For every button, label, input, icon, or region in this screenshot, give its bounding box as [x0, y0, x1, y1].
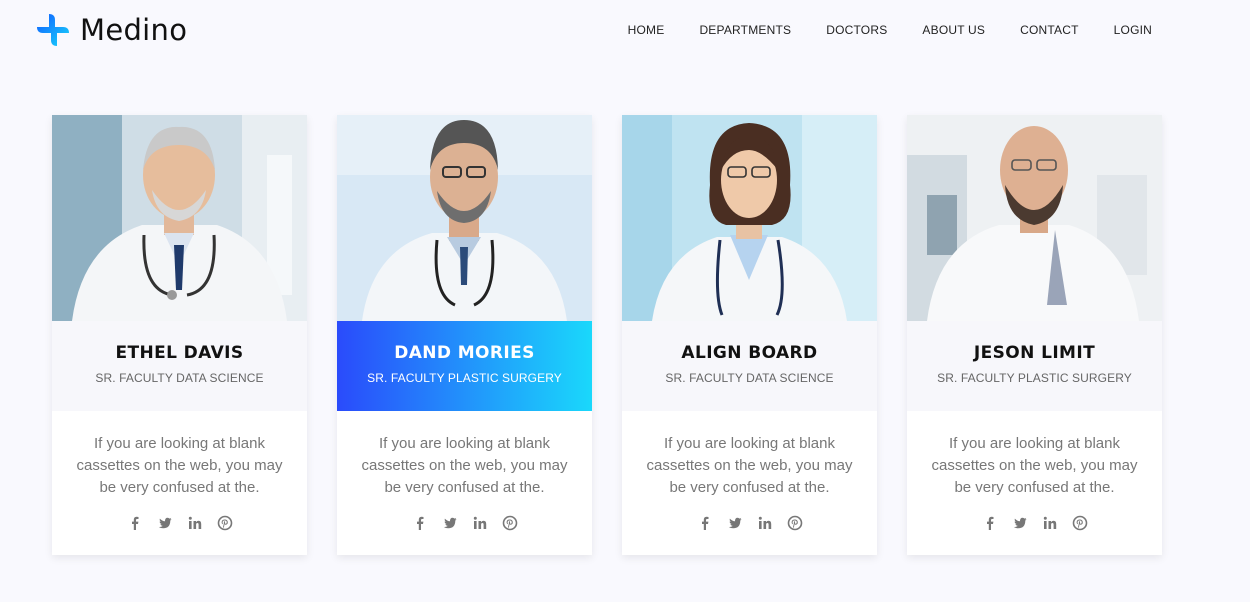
pinterest-icon[interactable]: [217, 515, 233, 531]
doctor-role: SR. FACULTY PLASTIC SURGERY: [367, 371, 562, 385]
doctor-description: If you are looking at blank cassettes on…: [361, 435, 568, 496]
main-nav: HOME DEPARTMENTS DOCTORS ABOUT US CONTAC…: [628, 22, 1152, 38]
doctor-photo: [622, 115, 877, 321]
social-links: [622, 515, 877, 531]
doctor-info: ETHEL DAVIS SR. FACULTY DATA SCIENCE: [52, 321, 307, 411]
nav-departments[interactable]: DEPARTMENTS: [699, 22, 791, 38]
nav-login[interactable]: LOGIN: [1114, 22, 1152, 38]
doctor-description: If you are looking at blank cassettes on…: [931, 435, 1138, 496]
doctor-description: If you are looking at blank cassettes on…: [76, 435, 283, 496]
doctor-description: If you are looking at blank cassettes on…: [646, 435, 853, 496]
plus-cross-icon: [36, 13, 70, 47]
linkedin-icon[interactable]: [757, 515, 773, 531]
pinterest-icon[interactable]: [502, 515, 518, 531]
facebook-icon[interactable]: [697, 515, 713, 531]
twitter-icon[interactable]: [442, 515, 458, 531]
doctor-name: ALIGN BOARD: [681, 343, 818, 363]
nav-about-us[interactable]: ABOUT US: [922, 22, 985, 38]
twitter-icon[interactable]: [727, 515, 743, 531]
brand-name: Medino: [80, 13, 188, 47]
doctor-card: DAND MORIES SR. FACULTY PLASTIC SURGERY …: [337, 115, 592, 555]
doctor-info: JESON LIMIT SR. FACULTY PLASTIC SURGERY: [907, 321, 1162, 411]
doctor-info: ALIGN BOARD SR. FACULTY DATA SCIENCE: [622, 321, 877, 411]
doctor-photo: [337, 115, 592, 321]
linkedin-icon[interactable]: [1042, 515, 1058, 531]
nav-home[interactable]: HOME: [628, 22, 665, 38]
doctor-name: JESON LIMIT: [973, 343, 1096, 363]
twitter-icon[interactable]: [1012, 515, 1028, 531]
doctor-card: JESON LIMIT SR. FACULTY PLASTIC SURGERY …: [907, 115, 1162, 555]
doctor-card: ALIGN BOARD SR. FACULTY DATA SCIENCE If …: [622, 115, 877, 555]
pinterest-icon[interactable]: [787, 515, 803, 531]
doctor-photo: [52, 115, 307, 321]
facebook-icon[interactable]: [127, 515, 143, 531]
doctor-name: ETHEL DAVIS: [115, 343, 244, 363]
linkedin-icon[interactable]: [187, 515, 203, 531]
doctor-role: SR. FACULTY DATA SCIENCE: [95, 371, 264, 385]
pinterest-icon[interactable]: [1072, 515, 1088, 531]
nav-contact[interactable]: CONTACT: [1020, 22, 1079, 38]
doctor-card: ETHEL DAVIS SR. FACULTY DATA SCIENCE If …: [52, 115, 307, 555]
linkedin-icon[interactable]: [472, 515, 488, 531]
facebook-icon[interactable]: [412, 515, 428, 531]
social-links: [52, 515, 307, 531]
doctor-info-highlighted: DAND MORIES SR. FACULTY PLASTIC SURGERY: [337, 321, 592, 411]
social-links: [337, 515, 592, 531]
doctor-name: DAND MORIES: [394, 343, 535, 363]
facebook-icon[interactable]: [982, 515, 998, 531]
nav-doctors[interactable]: DOCTORS: [826, 22, 887, 38]
doctor-role: SR. FACULTY PLASTIC SURGERY: [937, 371, 1132, 385]
doctor-role: SR. FACULTY DATA SCIENCE: [665, 371, 834, 385]
site-header: Medino HOME DEPARTMENTS DOCTORS ABOUT US…: [0, 0, 1250, 60]
doctor-photo: [907, 115, 1162, 321]
social-links: [907, 515, 1162, 531]
twitter-icon[interactable]: [157, 515, 173, 531]
logo[interactable]: Medino: [36, 13, 187, 47]
